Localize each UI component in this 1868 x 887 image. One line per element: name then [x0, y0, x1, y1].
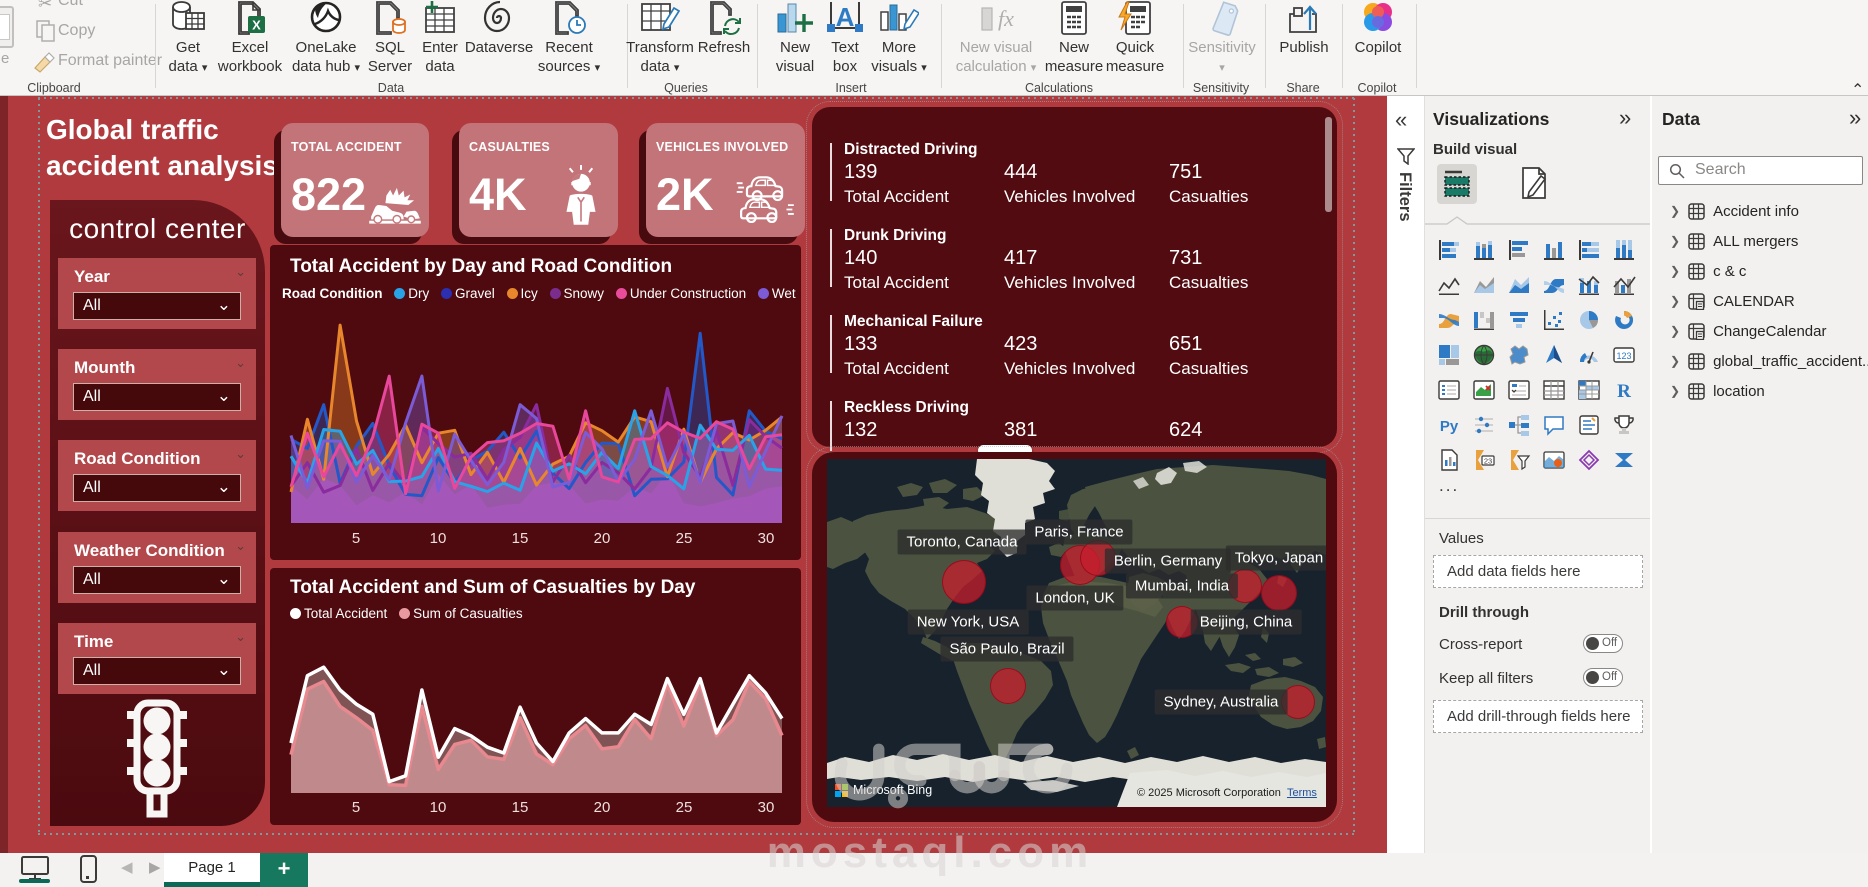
svg-text:15: 15 [512, 530, 529, 547]
svg-text:15: 15 [512, 799, 529, 816]
svg-text:10: 10 [430, 530, 447, 547]
svg-text:25: 25 [676, 530, 693, 547]
svg-text:10: 10 [430, 799, 447, 816]
svg-text:25: 25 [676, 799, 693, 816]
svg-text:5: 5 [352, 530, 360, 547]
svg-text:30: 30 [758, 799, 775, 816]
svg-text:20: 20 [594, 799, 611, 816]
svg-text:30: 30 [758, 530, 775, 547]
svg-text:Py: Py [1440, 418, 1459, 435]
svg-text:23: 23 [1484, 457, 1492, 466]
svg-text:R: R [1617, 381, 1631, 402]
svg-text:20: 20 [594, 530, 611, 547]
svg-text:X: X [252, 18, 261, 33]
svg-text:fx: fx [998, 6, 1014, 31]
svg-text:5: 5 [352, 799, 360, 816]
svg-text:123: 123 [1616, 351, 1631, 361]
